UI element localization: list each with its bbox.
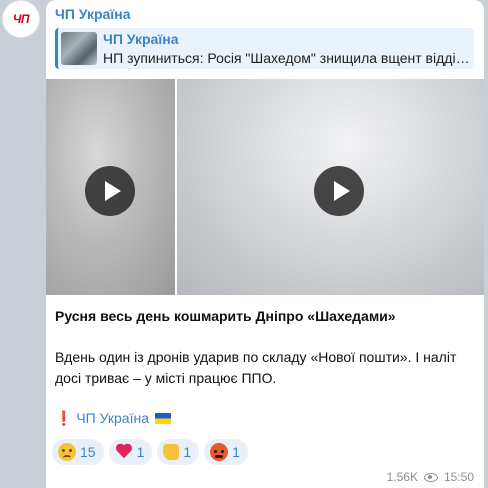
video-thumbnail-2[interactable] — [177, 79, 484, 295]
channel-name[interactable]: ЧП Україна — [55, 6, 131, 22]
play-icon[interactable] — [314, 166, 364, 216]
message-signature: ❗ ЧП Україна — [55, 410, 171, 427]
angry-face-icon — [210, 443, 229, 461]
reaction-count: 1 — [232, 444, 240, 460]
avatar-text: ЧП — [12, 12, 30, 26]
reply-text: НП зупиниться: Росія "Шахедом" знищила в… — [103, 50, 473, 66]
reply-thumbnail — [61, 32, 97, 65]
message-meta: 1.56K 15:50 — [387, 470, 474, 484]
reaction-crying[interactable]: 15 — [52, 439, 104, 465]
channel-link[interactable]: ЧП Україна — [76, 410, 149, 426]
exclamation-icon: ❗ — [55, 410, 73, 426]
channel-avatar[interactable]: ЧП — [2, 0, 40, 38]
reaction-count: 1 — [183, 444, 192, 460]
reactions-bar: 15 1 1 1 — [52, 439, 248, 465]
reaction-count: 1 — [136, 444, 145, 460]
video-thumbnail-1[interactable] — [46, 79, 175, 295]
crying-face-icon — [58, 443, 76, 461]
play-icon[interactable] — [85, 166, 135, 216]
message-bubble: ЧП Україна ЧП Україна НП зупиниться: Рос… — [46, 0, 484, 488]
thumbs-up-icon — [163, 444, 180, 460]
reaction-angry[interactable]: 1 — [204, 439, 248, 465]
reply-title: ЧП Україна — [103, 31, 179, 47]
reply-quote[interactable]: ЧП Україна НП зупиниться: Росія "Шахедом… — [55, 28, 474, 69]
reaction-heart[interactable]: 1 — [108, 439, 153, 465]
view-count: 1.56K — [386, 470, 418, 484]
eye-icon — [423, 472, 438, 482]
red-heart-icon — [115, 444, 133, 460]
reaction-thumbs-up[interactable]: 1 — [157, 439, 200, 465]
message-time: 15:50 — [443, 470, 474, 484]
message-body: Вдень один із дронів ударив по складу «Н… — [55, 349, 457, 386]
ukraine-flag-icon — [154, 413, 171, 424]
reaction-count: 15 — [80, 444, 96, 460]
message-headline: Русня весь день кошмарить Дніпро «Шахеда… — [55, 308, 396, 324]
